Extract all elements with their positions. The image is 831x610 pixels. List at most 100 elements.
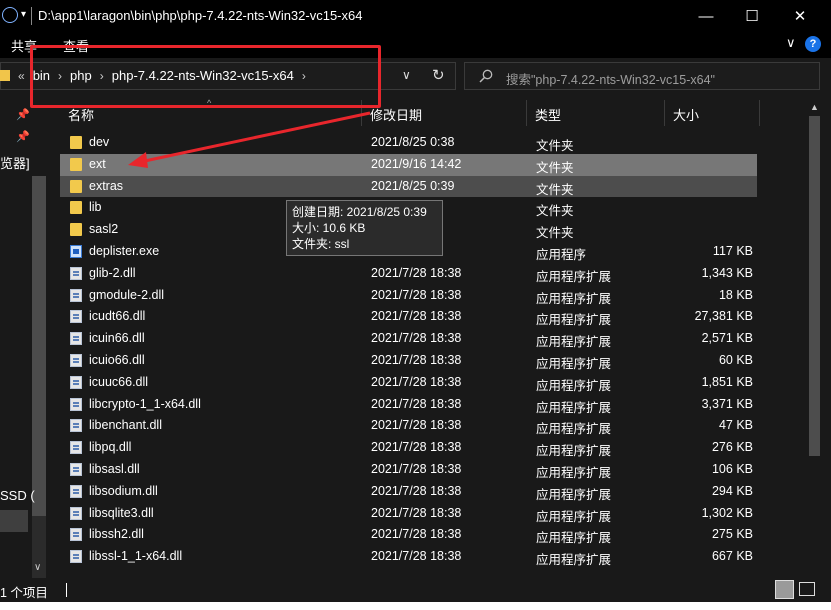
file-type: 应用程序扩展: [536, 444, 612, 459]
column-modified[interactable]: 修改日期: [362, 100, 527, 126]
file-row[interactable]: libcrypto-1_1-x64.dll 2021/7/28 18:38 应用程序…: [60, 394, 757, 416]
file-row[interactable]: libsqlite3.dll 2021/7/28 18:38 应用程序扩展 1,302…: [60, 503, 757, 525]
scroll-down-icon[interactable]: ∨: [34, 562, 41, 573]
file-name: libsodium.dll: [89, 483, 158, 498]
nav-item-selected[interactable]: [0, 510, 28, 532]
file-row[interactable]: icudt66.dll 2021/7/28 18:38 应用程序扩展 27,381 K…: [60, 306, 757, 328]
quick-access-icon[interactable]: [2, 7, 18, 23]
file-modified: 2021/7/28 18:38: [371, 331, 462, 346]
tooltip-size: 大小: 10.6 KB: [292, 221, 366, 235]
file-row[interactable]: ext 2021/9/16 14:42 文件夹: [60, 153, 757, 176]
file-size: 18 KB: [718, 287, 753, 302]
pin-icon[interactable]: 📌: [16, 108, 30, 121]
background-page-strip: [0, 602, 831, 610]
file-size: 667 KB: [711, 549, 753, 564]
folder-icon: [70, 223, 82, 237]
file-row[interactable]: icuuc66.dll 2021/7/28 18:38 应用程序扩展 1,851 KB: [60, 372, 757, 394]
pin-icon[interactable]: 📌: [16, 130, 30, 143]
file-modified: 2021/8/25 0:38: [371, 135, 455, 149]
dll-file-icon: [70, 528, 82, 542]
file-type: 应用程序扩展: [536, 509, 612, 524]
file-row[interactable]: libenchant.dll 2021/7/28 18:38 应用程序扩展 47 KB: [60, 415, 757, 437]
file-name: icudt66.dll: [89, 309, 146, 324]
status-bar: 1 个项目: [0, 578, 831, 602]
status-divider: [66, 583, 67, 597]
file-name: glib-2.dll: [89, 265, 136, 280]
file-type: 应用程序: [536, 248, 587, 262]
file-name: dev: [89, 135, 110, 149]
file-size: 47 KB: [718, 418, 753, 433]
folder-icon: [0, 70, 10, 81]
file-list-scrollbar[interactable]: ▲: [806, 100, 823, 576]
scrollbar-thumb[interactable]: [809, 116, 820, 456]
file-name: icuio66.dll: [89, 353, 145, 367]
large-icons-view-icon[interactable]: [799, 582, 815, 596]
title-separator: [31, 7, 32, 25]
nav-scrollbar-thumb[interactable]: [32, 176, 46, 516]
details-view-icon[interactable]: [775, 580, 794, 599]
item-count: 1 个项目: [0, 586, 48, 600]
quick-access-dropdown-icon[interactable]: ▾: [21, 9, 26, 20]
help-icon[interactable]: ?: [805, 36, 821, 52]
file-type: 应用程序扩展: [536, 466, 612, 480]
nav-scrollbar[interactable]: [32, 176, 46, 610]
file-size: 106 KB: [711, 462, 753, 476]
file-row[interactable]: dev 2021/8/25 0:38 文件夹: [60, 132, 757, 154]
application-icon: [70, 245, 82, 258]
file-modified: 2021/7/28 18:38: [371, 462, 462, 476]
file-row[interactable]: glib-2.dll 2021/7/28 18:38 应用程序扩展 1,343 KB: [60, 263, 757, 285]
nav-item-ssd[interactable]: SSD (: [0, 488, 35, 503]
dll-file-icon: [70, 266, 82, 280]
file-row[interactable]: libssl-1_1-x64.dll 2021/7/28 18:38 应用程序扩展 6…: [60, 546, 757, 568]
file-type: 应用程序扩展: [536, 400, 612, 415]
file-row[interactable]: libpq.dll 2021/7/28 18:38 应用程序扩展 276 KB: [60, 437, 757, 459]
overflow-chevron-icon[interactable]: «: [18, 69, 25, 83]
column-size[interactable]: 大小: [665, 100, 760, 126]
file-row[interactable]: icuin66.dll 2021/7/28 18:38 应用程序扩展 2,571 KB: [60, 328, 757, 350]
title-bar: ▾ D:\app1\laragon\bin\php\php-7.4.22-nts…: [0, 0, 831, 32]
window-title: D:\app1\laragon\bin\php\php-7.4.22-nts-W…: [38, 8, 363, 23]
expand-ribbon-icon[interactable]: ∨: [786, 35, 796, 51]
file-modified: 2021/7/28 18:38: [371, 418, 462, 433]
folder-icon: [70, 201, 82, 215]
file-name: libpq.dll: [89, 440, 132, 455]
file-modified: 2021/7/28 18:38: [371, 483, 462, 498]
dll-file-icon: [70, 419, 82, 433]
search-box[interactable]: 搜索"php-7.4.22-nts-Win32-vc15-x64": [464, 62, 820, 90]
dll-file-icon: [70, 332, 82, 346]
file-row[interactable]: libsodium.dll 2021/7/28 18:38 应用程序扩展 294 KB: [60, 481, 757, 503]
address-dropdown-icon[interactable]: ∨: [402, 68, 411, 82]
dll-file-icon: [70, 310, 82, 324]
file-row[interactable]: icuio66.dll 2021/7/28 18:38 应用程序扩展 60 KB: [60, 350, 757, 372]
maximize-button[interactable]: ☐: [729, 0, 775, 32]
refresh-icon[interactable]: ↻: [432, 66, 445, 84]
file-size: 3,371 KB: [701, 396, 753, 411]
file-name: extras: [89, 178, 124, 193]
folder-tooltip: 创建日期: 2021/8/25 0:39 大小: 10.6 KB 文件夹: ss…: [286, 200, 443, 256]
column-type[interactable]: 类型: [527, 100, 665, 126]
nav-item-browser[interactable]: 览器]: [0, 153, 30, 172]
file-row[interactable]: libsasl.dll 2021/7/28 18:38 应用程序扩展 106 KB: [60, 459, 757, 481]
dll-file-icon: [70, 397, 82, 411]
file-modified: 2021/9/16 14:42: [371, 156, 462, 171]
file-name: ext: [89, 156, 106, 171]
file-name: libsasl.dll: [89, 462, 140, 476]
file-size: 60 KB: [718, 353, 753, 367]
search-icon: [479, 69, 493, 83]
file-row[interactable]: gmodule-2.dll 2021/7/28 18:38 应用程序扩展 18 KB: [60, 285, 757, 307]
file-row[interactable]: extras 2021/8/25 0:39 文件夹: [60, 175, 757, 198]
file-name: gmodule-2.dll: [89, 287, 165, 302]
navigation-pane: 📌 📌 览器] SSD ( ∨: [0, 96, 48, 610]
annotation-highlight-box: [30, 45, 381, 108]
file-modified: 2021/7/28 18:38: [371, 287, 462, 302]
file-row[interactable]: libssh2.dll 2021/7/28 18:38 应用程序扩展 275 KB: [60, 524, 757, 546]
close-button[interactable]: ✕: [777, 0, 823, 32]
file-modified: 2021/7/28 18:38: [371, 374, 462, 389]
scroll-up-icon[interactable]: ▲: [810, 102, 819, 112]
dll-file-icon: [70, 288, 82, 302]
minimize-button[interactable]: —: [683, 0, 729, 32]
file-size: 275 KB: [711, 527, 753, 542]
file-type: 应用程序扩展: [536, 313, 612, 328]
file-name: libenchant.dll: [89, 418, 162, 433]
file-name: lib: [89, 200, 102, 215]
